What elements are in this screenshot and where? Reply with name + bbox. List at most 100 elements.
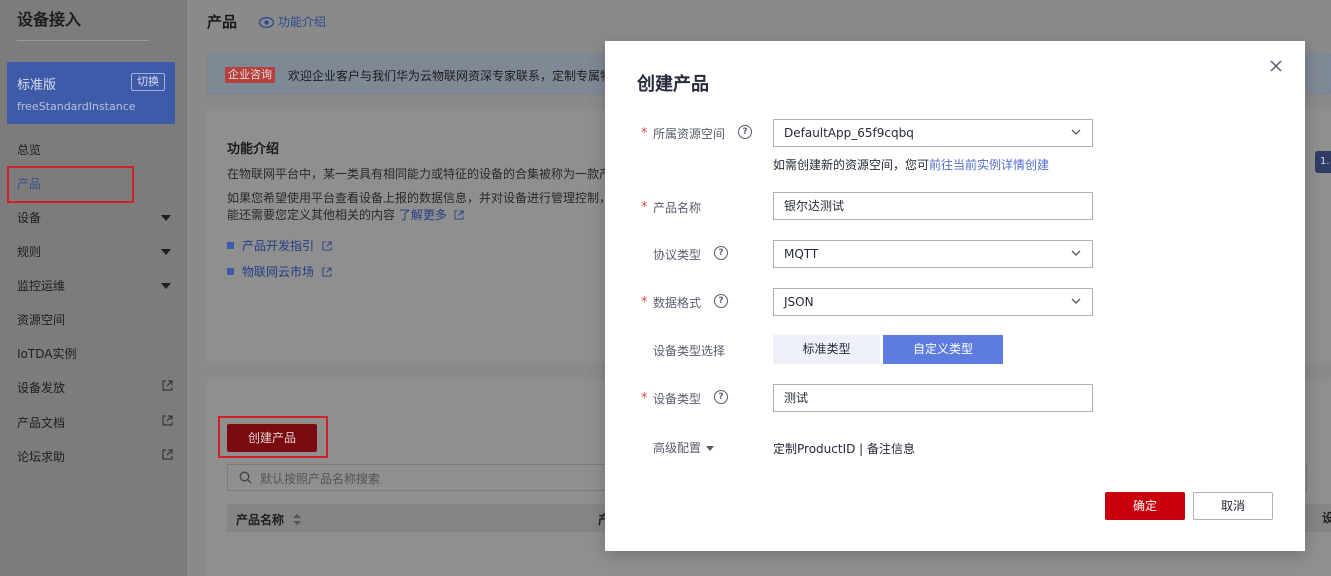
sidebar-item-device[interactable]: 设备 xyxy=(17,209,177,227)
sidebar-item-label: 设备 xyxy=(17,211,42,225)
sidebar-item-product-docs[interactable]: 产品文档 xyxy=(17,414,177,432)
edition-card: 标准版 切换 freeStandardInstance xyxy=(7,62,175,124)
sort-icon xyxy=(293,514,302,525)
intro-text-line: 能还需要您定义其他相关的内容 了解更多 xyxy=(227,206,464,223)
external-link-icon xyxy=(454,210,464,220)
intro-text-line: 在物联网平台中，某一类具有相同能力或特征的设备的合集被称为一款产 xyxy=(227,167,612,181)
label-text: 设备类型 xyxy=(653,392,702,406)
dev-guide-link[interactable]: 产品开发指引 xyxy=(227,237,332,254)
chevron-down-icon xyxy=(1071,129,1081,135)
sidebar-item-iotda-instance[interactable]: IoTDA实例 xyxy=(17,345,177,363)
device-type-input[interactable]: 测试 xyxy=(773,384,1093,412)
sidebar-item-device-provisioning[interactable]: 设备发放 xyxy=(17,379,177,397)
bullet-square-icon xyxy=(227,268,234,275)
function-intro-label: 功能介绍 xyxy=(278,15,327,29)
column-header-label: 产品名称 xyxy=(236,513,285,527)
chevron-down-icon xyxy=(161,215,171,221)
external-link-icon xyxy=(322,267,332,277)
column-header-product-name[interactable]: 产品名称 xyxy=(236,511,302,528)
sidebar-divider xyxy=(17,40,149,41)
caret-down-icon xyxy=(706,446,715,451)
external-link-icon xyxy=(162,415,173,426)
resource-space-hint: 如需创建新的资源空间，您可前往当前实例详情创建 xyxy=(773,156,1049,173)
sidebar-item-label: 规则 xyxy=(17,245,42,259)
advanced-config-toggle[interactable]: 高级配置 xyxy=(653,439,715,456)
sidebar-item-forum[interactable]: 论坛求助 xyxy=(17,448,177,466)
learn-more-link[interactable]: 了解更多 xyxy=(399,208,447,222)
select-value: MQTT xyxy=(784,247,819,261)
data-format-select[interactable]: JSON xyxy=(773,288,1093,316)
sidebar-item-label: 产品文档 xyxy=(17,416,66,430)
sidebar-item-rules[interactable]: 规则 xyxy=(17,243,177,261)
device-type-choice-label: 设备类型选择 xyxy=(653,344,726,358)
required-mark: * xyxy=(641,126,648,141)
sidebar-item-label: 监控运维 xyxy=(17,279,66,293)
chevron-down-icon xyxy=(1071,298,1081,304)
protocol-select[interactable]: MQTT xyxy=(773,240,1093,268)
cloud-market-link[interactable]: 物联网云市场 xyxy=(227,263,332,280)
highlight-box xyxy=(7,166,134,203)
help-icon[interactable]: ? xyxy=(714,294,728,308)
side-badge[interactable]: 1. xyxy=(1315,151,1331,173)
sidebar-item-resource-space[interactable]: 资源空间 xyxy=(17,311,177,329)
edition-name: 标准版 xyxy=(17,78,57,93)
custom-type-tab[interactable]: 自定义类型 xyxy=(883,335,1003,364)
column-header-partial: 设 xyxy=(1322,511,1331,525)
close-icon[interactable] xyxy=(1269,59,1283,73)
confirm-button[interactable]: 确定 xyxy=(1105,492,1185,520)
product-name-input[interactable]: 银尔达测试 xyxy=(773,192,1093,220)
select-value: JSON xyxy=(784,295,814,309)
label-text: 产品名称 xyxy=(653,201,702,215)
standard-type-tab[interactable]: 标准类型 xyxy=(773,335,880,364)
input-value: 银尔达测试 xyxy=(784,199,845,213)
label-text: 数据格式 xyxy=(653,296,702,310)
sidebar-item-label: IoTDA实例 xyxy=(17,347,77,361)
consult-tag: 企业咨询 xyxy=(225,67,275,83)
resource-space-select[interactable]: DefaultApp_65f9cqbq xyxy=(773,119,1093,147)
function-intro-link[interactable]: 功能介绍 xyxy=(258,13,327,30)
external-link-icon xyxy=(162,380,173,391)
sidebar-item-label: 论坛求助 xyxy=(17,450,66,464)
sidebar-item-monitoring[interactable]: 监控运维 xyxy=(17,277,177,295)
hint-text: 如需创建新的资源空间，您可 xyxy=(773,158,930,172)
help-icon[interactable]: ? xyxy=(714,246,728,260)
input-value: 测试 xyxy=(784,391,809,405)
required-mark: * xyxy=(641,200,648,215)
sidebar-item-label: 总览 xyxy=(17,143,42,157)
data-format-label: * 数据格式 xyxy=(641,294,702,311)
external-link-icon xyxy=(322,241,332,251)
highlight-box xyxy=(218,416,328,458)
resource-space-label: * 所属资源空间 xyxy=(641,125,726,142)
instance-detail-link[interactable]: 前往当前实例详情创建 xyxy=(929,158,1049,172)
select-value: DefaultApp_65f9cqbq xyxy=(784,126,914,140)
dev-guide-label: 产品开发指引 xyxy=(242,239,315,253)
cloud-market-label: 物联网云市场 xyxy=(242,265,315,279)
product-name-label: * 产品名称 xyxy=(641,199,702,216)
create-product-dialog: 创建产品 * 所属资源空间 ? DefaultApp_65f9cqbq 如需创建新… xyxy=(605,41,1305,551)
sidebar: 设备接入 标准版 切换 freeStandardInstance 总览 产品 设… xyxy=(0,0,187,576)
external-link-icon xyxy=(162,449,173,460)
label-text: 所属资源空间 xyxy=(653,127,726,141)
dialog-title: 创建产品 xyxy=(637,74,709,95)
chevron-down-icon xyxy=(161,249,171,255)
intro-text-tail: 能还需要您定义其他相关的内容 xyxy=(227,208,396,222)
edition-switch-button[interactable]: 切换 xyxy=(131,73,165,91)
device-type-label: * 设备类型 xyxy=(641,390,702,407)
sidebar-title: 设备接入 xyxy=(17,10,82,29)
cancel-button[interactable]: 取消 xyxy=(1193,492,1273,520)
chevron-down-icon xyxy=(1071,250,1081,256)
help-icon[interactable]: ? xyxy=(738,125,752,139)
search-icon xyxy=(239,471,252,484)
advanced-label: 高级配置 xyxy=(653,441,702,455)
help-icon[interactable]: ? xyxy=(714,390,728,404)
sidebar-item-overview[interactable]: 总览 xyxy=(17,141,177,159)
banner-text: 欢迎企业客户与我们华为云物联网资深专家联系，定制专属物 xyxy=(288,69,613,83)
advanced-config-summary: 定制ProductID | 备注信息 xyxy=(773,442,916,456)
edition-instance: freeStandardInstance xyxy=(17,100,136,113)
sidebar-item-label: 资源空间 xyxy=(17,313,66,327)
search-placeholder: 默认按照产品名称搜索 xyxy=(260,472,381,486)
chevron-down-icon xyxy=(161,283,171,289)
intro-text-line: 如果您希望使用平台查看设备上报的数据信息，并对设备进行管理控制， xyxy=(227,191,612,205)
required-mark: * xyxy=(641,391,648,406)
eye-icon xyxy=(258,16,275,29)
